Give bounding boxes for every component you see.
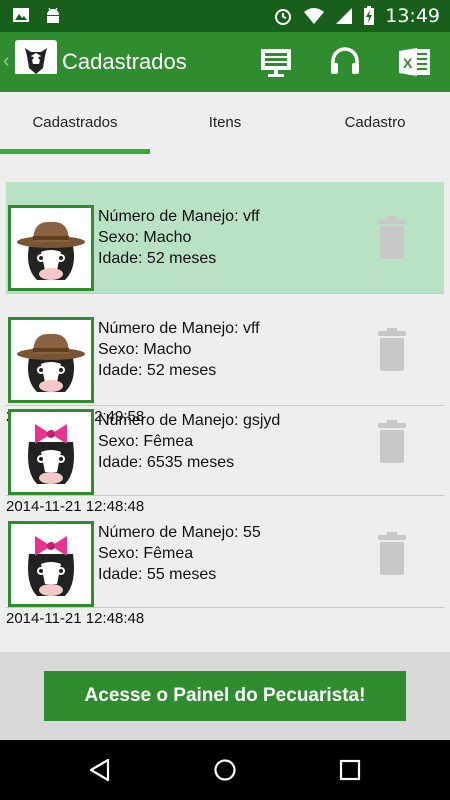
signal-icon (336, 8, 353, 24)
painel-pecuarista-button[interactable]: Acesse o Painel do Pecuarista! (44, 671, 406, 721)
idade-text: Idade: 52 meses (98, 250, 217, 267)
list-item[interactable]: Número de Manejo: 55 Sexo: Fêmea Idade: … (6, 518, 444, 608)
sexo-text: Sexo: Macho (98, 229, 192, 246)
trash-icon[interactable] (376, 216, 408, 260)
trash-icon[interactable] (376, 328, 408, 372)
manejo-text: Número de Manejo: vff (98, 320, 260, 337)
list-item[interactable]: Número de Manejo: vff Sexo: Macho Idade:… (6, 294, 444, 406)
page-title: Cadastrados (62, 49, 187, 74)
cow-logo-icon (15, 48, 57, 84)
idade-text: Idade: 55 meses (98, 566, 217, 583)
item-date: 2014-11-21 12:48:48 (6, 610, 145, 627)
svg-text:X: X (403, 55, 413, 71)
trash-icon[interactable] (376, 420, 408, 464)
presentation-icon[interactable] (258, 44, 294, 80)
tab-bar: Cadastrados Itens Cadastro (0, 92, 450, 154)
item-date: 2014-11-21 12:48:48 (6, 498, 145, 515)
status-bar: 13:49 (0, 0, 450, 32)
alarm-icon (275, 9, 292, 25)
tab-cadastrados[interactable]: Cadastrados (0, 114, 150, 131)
wifi-icon (304, 8, 325, 24)
list-item[interactable]: Número de Manejo: gsjyd Sexo: Fêmea Idad… (6, 406, 444, 496)
sexo-text: Sexo: Fêmea (98, 433, 194, 450)
app-bar: ‹ Cadastrados X (0, 32, 450, 92)
item-info: Número de Manejo: 55 Sexo: Fêmea Idade: … (98, 522, 261, 585)
excel-icon[interactable]: X (397, 44, 433, 80)
trash-icon[interactable] (376, 532, 408, 576)
sexo-text: Sexo: Fêmea (98, 545, 194, 562)
back-icon[interactable] (88, 758, 112, 782)
tab-cadastro[interactable]: Cadastro (300, 114, 450, 131)
item-info: Número de Manejo: vff Sexo: Macho Idade:… (98, 318, 260, 381)
tab-itens[interactable]: Itens (150, 114, 300, 131)
list-item[interactable]: Número de Manejo: vff Sexo: Macho Idade:… (6, 182, 444, 294)
idade-text: Idade: 52 meses (98, 362, 217, 379)
item-info: Número de Manejo: vff Sexo: Macho Idade:… (98, 206, 260, 269)
back-chevron-icon[interactable]: ‹ (3, 50, 10, 73)
status-time: 13:49 (385, 5, 440, 27)
sexo-text: Sexo: Macho (98, 341, 192, 358)
tab-indicator (0, 149, 150, 154)
headset-icon[interactable] (327, 44, 363, 80)
animal-list[interactable]: Número de Manejo: vff Sexo: Macho Idade:… (6, 182, 444, 652)
home-icon[interactable] (213, 758, 237, 782)
cow-with-hat-icon (8, 205, 94, 291)
system-nav-bar (0, 740, 450, 800)
manejo-text: Número de Manejo: gsjyd (98, 412, 281, 429)
bottom-panel: Acesse o Painel do Pecuarista! (0, 652, 450, 740)
android-icon (47, 7, 59, 23)
app-logo[interactable] (15, 40, 57, 84)
cow-with-bow-icon (8, 409, 94, 495)
item-info: Número de Manejo: gsjyd Sexo: Fêmea Idad… (98, 410, 280, 473)
cow-with-hat-icon (8, 317, 94, 403)
manejo-text: Número de Manejo: 55 (98, 524, 261, 541)
image-icon (13, 8, 29, 22)
idade-text: Idade: 6535 meses (98, 454, 235, 471)
recents-icon[interactable] (338, 758, 362, 782)
cow-with-bow-icon (8, 521, 94, 607)
battery-charging-icon (364, 6, 375, 25)
manejo-text: Número de Manejo: vff (98, 208, 260, 225)
